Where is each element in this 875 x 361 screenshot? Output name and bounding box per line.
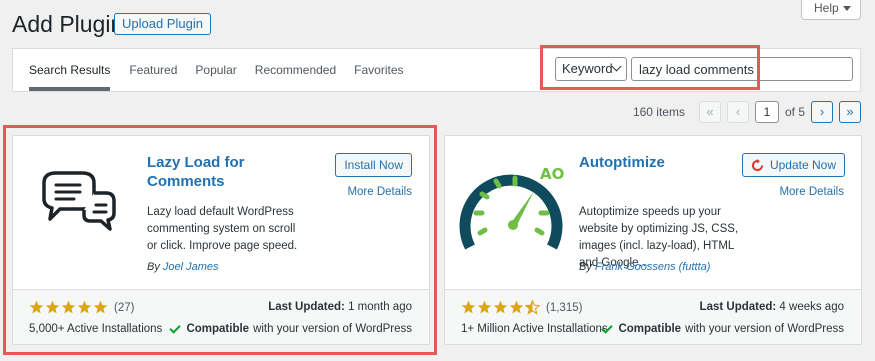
upload-plugin-button[interactable]: Upload Plugin: [114, 13, 211, 35]
help-label: Help: [814, 1, 839, 15]
compat-text: with your version of WordPress: [685, 323, 844, 335]
plugin-name-link[interactable]: Autoptimize: [579, 153, 704, 172]
ao-logo-text: AO: [540, 165, 564, 183]
update-now-label: Update Now: [769, 158, 836, 172]
star-rating: (1,315): [461, 300, 582, 315]
rating-count: (1,315): [546, 301, 583, 314]
help-button[interactable]: Help: [801, 0, 861, 20]
last-updated-label: Last Updated:: [699, 301, 777, 313]
items-count: 160 items: [632, 105, 685, 119]
compat-label: Compatible: [618, 323, 682, 335]
current-page-input[interactable]: 1: [754, 101, 779, 123]
tab-favorites[interactable]: Favorites: [345, 49, 412, 91]
checkmark-icon: [601, 321, 614, 334]
plugin-tabs: Search Results Featured Popular Recommen…: [29, 49, 413, 91]
tab-featured[interactable]: Featured: [120, 49, 186, 91]
tab-popular[interactable]: Popular: [186, 49, 245, 91]
author-link[interactable]: Frank Goossens (futtta): [595, 261, 711, 273]
pagination: 160 items « ‹ 1 of 5 › »: [633, 101, 861, 123]
last-updated-value: 4 weeks ago: [779, 301, 844, 313]
last-page-button[interactable]: »: [839, 101, 861, 123]
search-highlight-box: [540, 45, 760, 90]
star-half-icon: [525, 300, 540, 315]
star-full-icon: [461, 300, 476, 314]
author-by: By: [579, 261, 592, 273]
last-updated: Last Updated: 4 weeks ago: [700, 301, 844, 313]
total-pages: of 5: [784, 105, 805, 119]
update-now-button[interactable]: Update Now: [741, 153, 845, 177]
tab-search-results[interactable]: Search Results: [29, 49, 111, 91]
star-full-icon: [509, 300, 524, 314]
card-footer: (1,315) 1+ Million Active Installations …: [445, 289, 861, 344]
speedometer-icon[interactable]: AO: [458, 151, 564, 257]
star-full-icon: [493, 300, 508, 314]
compatibility: Compatible with your version of WordPres…: [601, 321, 844, 335]
prev-page-button: ‹: [726, 101, 749, 123]
tab-recommended[interactable]: Recommended: [246, 49, 345, 91]
plugin-card-autoptimize: AO Autoptimize Update Now More Details A…: [444, 135, 862, 345]
update-icon: [751, 158, 763, 171]
more-details-link[interactable]: More Details: [779, 186, 844, 198]
card-highlight-box: [3, 125, 437, 355]
first-page-button: «: [698, 101, 721, 123]
plugin-author: By Frank Goossens (futtta): [579, 261, 710, 273]
star-full-icon: [477, 300, 492, 314]
active-installs: 1+ Million Active Installations: [461, 323, 608, 335]
next-page-button[interactable]: ›: [811, 101, 833, 123]
caret-down-icon: [843, 6, 851, 11]
